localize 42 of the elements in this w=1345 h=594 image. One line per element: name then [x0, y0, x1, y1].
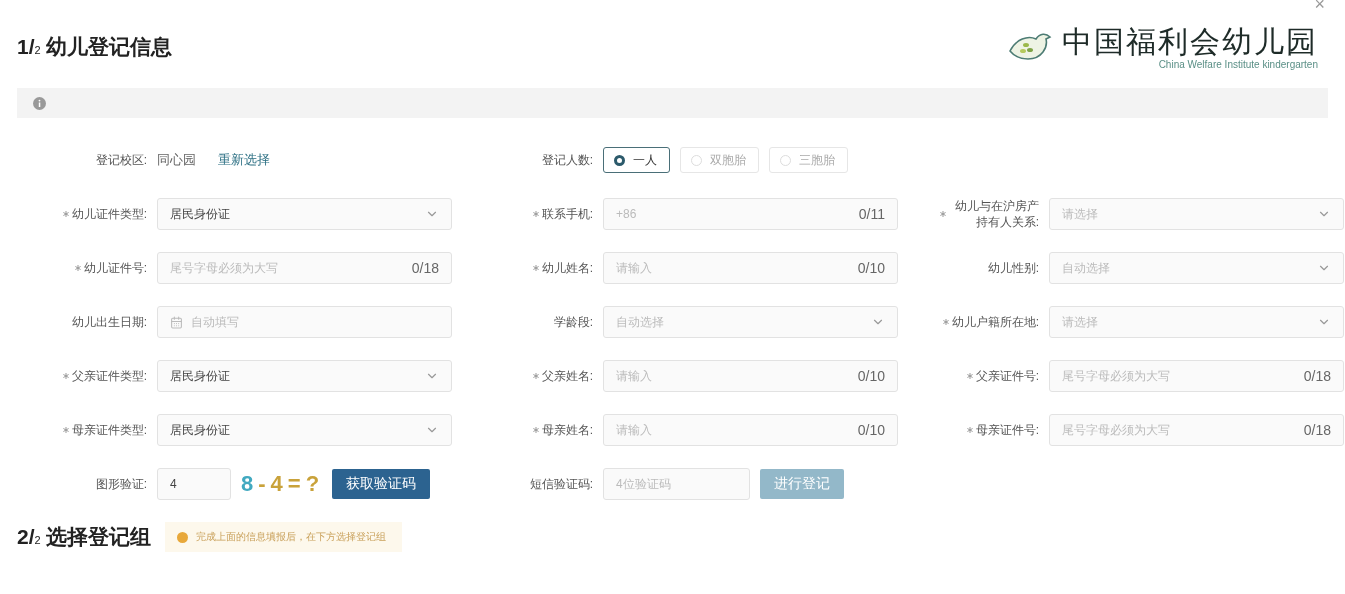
field-label: 幼儿证件类型: [71, 205, 147, 223]
field-label: 父亲证件号: [975, 367, 1039, 385]
field-label: 父亲证件类型: [71, 367, 147, 385]
campus-value: 同心园 [157, 151, 196, 169]
select-field[interactable]: 居民身份证 [157, 198, 452, 230]
info-icon [33, 96, 46, 110]
warning-icon [177, 531, 189, 543]
field-label: 母亲证件类型: [71, 421, 147, 439]
input-field[interactable]: 请输入 0/10 [603, 252, 898, 284]
field-label: 幼儿性别: [987, 259, 1039, 277]
input-field[interactable]: 尾号字母必须为大写 0/18 [1049, 414, 1344, 446]
field-label: 学龄段: [553, 313, 593, 331]
field-label: 幼儿户籍所在地: [951, 313, 1039, 331]
input-field[interactable]: 尾号字母必须为大写 0/18 [157, 252, 452, 284]
field-label: 母亲证件号: [975, 421, 1039, 439]
field-label: 幼儿与在沪房产持有人关系: [954, 197, 1039, 231]
logo-title: 中国福利会幼儿园 [1062, 24, 1318, 58]
field-label: 母亲姓名: [541, 421, 593, 439]
close-button[interactable]: × [1314, 0, 1325, 15]
input-field[interactable]: 请输入 0/10 [603, 360, 898, 392]
field-label: 短信验证码: [529, 475, 593, 493]
select-field[interactable]: 居民身份证 [157, 360, 452, 392]
field-label: 幼儿姓名: [541, 259, 593, 277]
field-label: 登记人数: [541, 151, 593, 169]
captcha-image: 8-4=? [241, 470, 323, 498]
captcha-input[interactable]: 4 [157, 468, 231, 500]
field-label: 幼儿出生日期: [71, 313, 147, 331]
calendar-icon [170, 315, 183, 329]
field-label: 联系手机: [541, 205, 593, 223]
field-label: 图形验证: [95, 475, 147, 493]
get-code-button[interactable]: 获取验证码 [332, 469, 431, 499]
notice-text: 完成上面的信息填报后，在下方选择登记组 [196, 530, 387, 544]
field-label: 幼儿证件号: [83, 259, 147, 277]
radio-option[interactable]: 一人 [603, 147, 670, 173]
field-label: 父亲姓名: [541, 367, 593, 385]
input-field[interactable]: +86 0/11 [603, 198, 898, 230]
input-field[interactable]: 尾号字母必须为大写 0/18 [1049, 360, 1344, 392]
input-field[interactable]: 请输入 0/10 [603, 414, 898, 446]
field-label: 登记校区: [95, 151, 147, 169]
reselect-link[interactable]: 重新选择 [218, 151, 270, 169]
logo-subtitle: China Welfare Institute kindergarten [1158, 58, 1318, 70]
select-field[interactable]: 居民身份证 [157, 414, 452, 446]
